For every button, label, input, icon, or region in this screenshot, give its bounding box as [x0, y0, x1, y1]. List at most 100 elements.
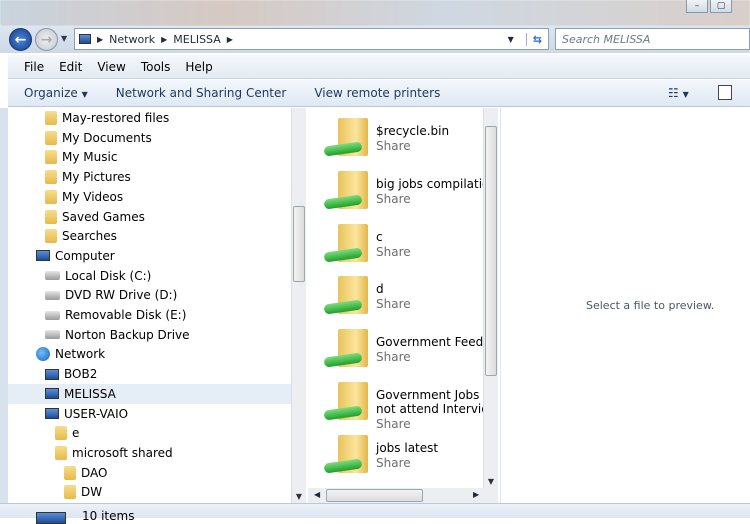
file-item[interactable]: Government FeedbacShare [308, 325, 483, 377]
nav-scrollbar[interactable]: ▼ [291, 108, 306, 503]
menu-tools[interactable]: Tools [141, 60, 171, 74]
computer-icon [45, 388, 59, 400]
nav-item[interactable]: May-restored files [8, 108, 291, 128]
nav-item[interactable]: e [8, 423, 291, 443]
file-name: Government Jobs Inte [376, 388, 483, 402]
file-item[interactable]: c Share [308, 220, 483, 272]
nav-item[interactable]: Searches [8, 226, 291, 246]
nav-item[interactable]: DW [8, 482, 291, 502]
scroll-right-arrow[interactable]: ▶ [473, 490, 479, 499]
file-item[interactable]: Government Jobs Intenot attend Interview… [308, 378, 483, 431]
computer-icon [45, 408, 59, 419]
file-name: $recycle.bin [376, 124, 450, 138]
file-type: Share [376, 417, 411, 431]
file-list: $recycle.binSharebig jobs compilationSha… [308, 108, 483, 488]
drive-icon [45, 290, 60, 300]
nav-item-label: May-restored files [62, 111, 170, 125]
view-remote-printers-button[interactable]: View remote printers [314, 86, 440, 100]
breadcrumb-network[interactable]: Network [109, 33, 155, 46]
drive-icon [45, 271, 60, 281]
nav-item-label: Searches [62, 229, 117, 244]
files-scroll-thumb[interactable] [485, 126, 497, 376]
back-button[interactable]: ← [9, 28, 32, 51]
nav-item-label: MELISSA [64, 386, 116, 401]
file-item[interactable]: big jobs compilationShare [308, 167, 483, 219]
nav-item-label: Network [55, 347, 106, 362]
nav-item[interactable]: Computer [8, 246, 291, 266]
scroll-left-arrow[interactable]: ◀ [314, 490, 320, 499]
drive-icon [45, 310, 60, 320]
file-name: c [376, 229, 383, 244]
organize-label: Organize [24, 86, 78, 100]
nav-item[interactable]: Removable Disk (E:) [8, 305, 291, 325]
nav-item[interactable]: My Music [8, 147, 291, 167]
nav-item-label: Norton Backup Drive [65, 327, 190, 342]
nav-item-label: BOB2 [64, 367, 98, 382]
maximize-button[interactable]: ▢ [710, 0, 732, 13]
address-dropdown-icon[interactable]: ▼ [508, 35, 514, 44]
title-bar [0, 0, 750, 26]
scroll-down-arrow[interactable]: ▼ [484, 477, 498, 486]
nav-item[interactable]: My Pictures [8, 167, 291, 187]
nav-item[interactable]: My Documents [8, 128, 291, 148]
nav-item-label: DAO [81, 465, 108, 480]
menu-view[interactable]: View [97, 60, 125, 74]
nav-item[interactable]: Local Disk (C:) [8, 266, 291, 286]
file-item[interactable]: jobs latest Share [308, 431, 483, 483]
nav-item-label: My Videos [62, 189, 124, 204]
scroll-down-arrow[interactable]: ▼ [292, 492, 306, 501]
chevron-right-icon: ▶ [97, 34, 104, 44]
network-sharing-center-button[interactable]: Network and Sharing Center [116, 86, 287, 100]
nav-item[interactable]: MELISSA [8, 383, 291, 404]
folder-icon [45, 130, 57, 145]
computer-icon [45, 368, 59, 380]
file-type: Share [376, 191, 411, 206]
nav-item[interactable]: Saved Games [8, 207, 291, 227]
file-name: d [376, 282, 384, 297]
navigation-pane: May-restored files My Documents My Music My… [8, 108, 291, 503]
item-count: 10 items [82, 509, 135, 523]
nav-item[interactable]: USER-VAIO [8, 404, 291, 424]
preview-message: Select a file to preview. [586, 299, 715, 312]
nav-item[interactable]: Network [8, 344, 291, 364]
nav-item[interactable]: My Videos [8, 187, 291, 207]
nav-item[interactable]: DVD RW Drive (D:) [8, 285, 291, 305]
forward-button[interactable]: → [35, 28, 58, 51]
nav-item-label: Saved Games [62, 209, 145, 224]
chevron-right-icon: ▶ [226, 34, 233, 44]
refresh-icon[interactable]: ⇆ [525, 32, 548, 46]
window-frame [0, 108, 8, 518]
file-item[interactable]: $recycle.bin Share [308, 114, 483, 166]
menu-help[interactable]: Help [185, 60, 212, 74]
nav-item-label: USER-VAIO [64, 406, 129, 421]
drive-icon [45, 330, 60, 340]
recent-pages-dropdown[interactable]: ▼ [61, 34, 67, 43]
preview-pane: Select a file to preview. [500, 108, 750, 503]
command-bar: Organize ▼ Network and Sharing Center Vi… [8, 80, 750, 107]
files-hscroll-thumb[interactable] [326, 489, 423, 502]
file-name: Government Feedbac [376, 335, 483, 350]
file-type: Share [376, 350, 411, 365]
folder-icon [45, 150, 57, 165]
menu-file[interactable]: File [24, 60, 44, 74]
nav-item-label: My Music [62, 150, 118, 165]
files-scrollbar[interactable]: ▼ [483, 108, 498, 488]
preview-pane-icon[interactable] [718, 85, 732, 100]
breadcrumb-melissa[interactable]: MELISSA [173, 33, 221, 46]
minimize-button[interactable]: – [686, 0, 708, 13]
files-hscrollbar[interactable]: ◀ ▶ [308, 488, 498, 503]
nav-item[interactable]: BOB2 [8, 364, 291, 384]
nav-item[interactable]: Norton Backup Drive [8, 325, 291, 345]
nav-item[interactable]: DAO [8, 463, 291, 483]
change-view-icon[interactable]: ☷ ▼ [668, 86, 689, 100]
file-name: jobs latest [376, 440, 439, 455]
organize-button[interactable]: Organize ▼ [24, 86, 88, 100]
network-icon [79, 34, 91, 44]
address-bar[interactable]: ▶ Network ▶ MELISSA ▶ ▼ ⇆ [74, 28, 549, 50]
menu-edit[interactable]: Edit [59, 60, 82, 74]
file-item[interactable]: d Share [308, 272, 483, 324]
nav-item[interactable]: microsoft shared [8, 443, 291, 463]
search-input[interactable]: Search MELISSA [555, 28, 750, 50]
nav-scroll-thumb[interactable] [293, 206, 305, 282]
computer-icon [36, 512, 66, 524]
